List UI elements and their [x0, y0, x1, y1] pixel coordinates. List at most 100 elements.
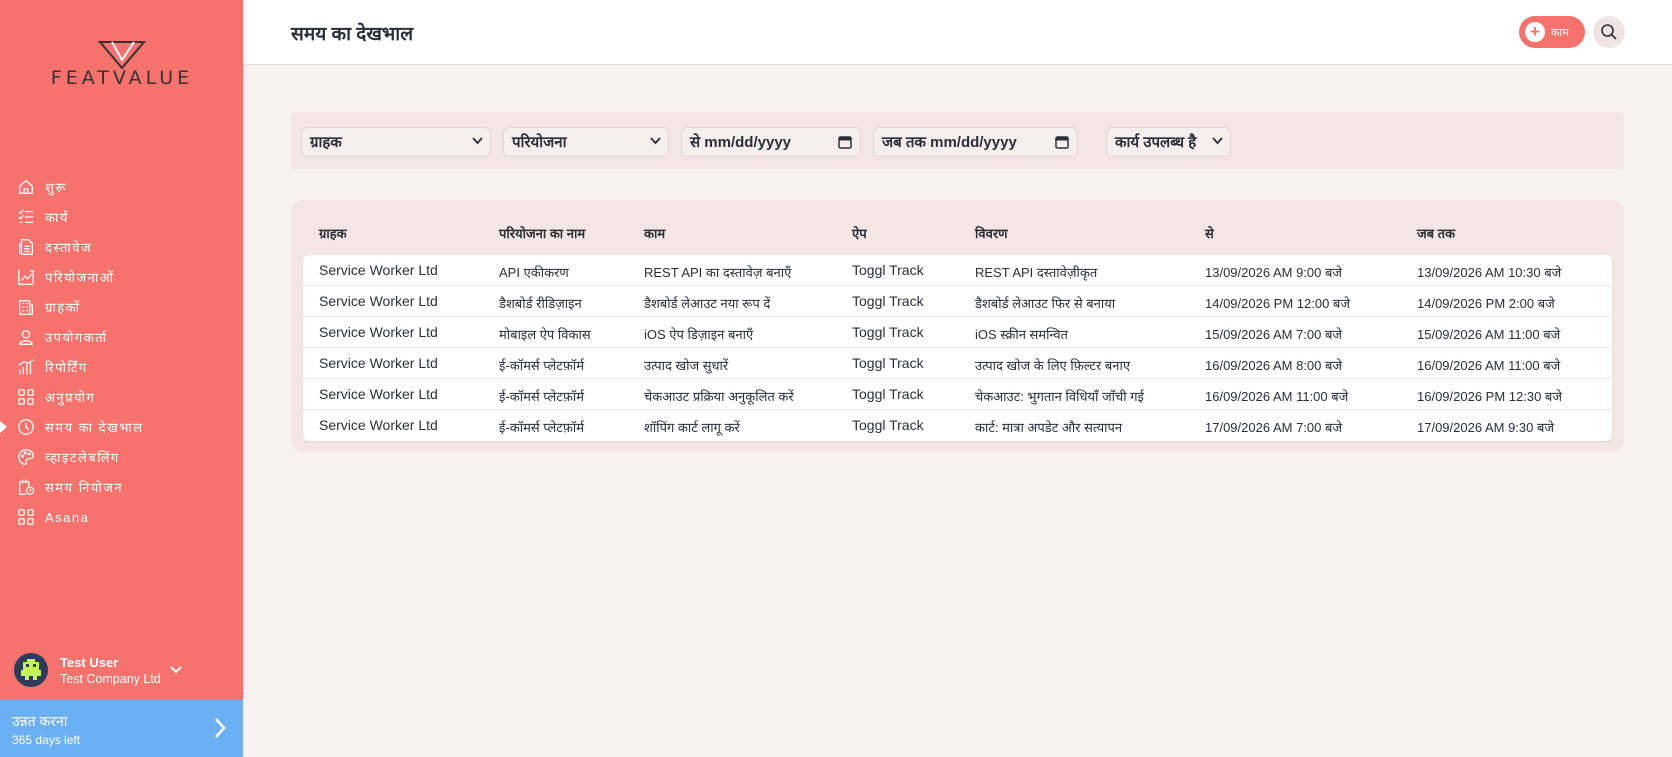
chevron-down-icon [1212, 137, 1223, 145]
table-row[interactable]: Service Worker Ltd ई-कॉमर्स प्लेटफ़ॉर्म … [303, 348, 1612, 379]
user-menu[interactable]: Test User Test Company Ltd [14, 650, 229, 690]
cell-client: Service Worker Ltd [319, 293, 438, 309]
home-icon [16, 177, 36, 197]
cell-client: Service Worker Ltd [319, 386, 438, 402]
cell-project: API एकीकरण [499, 265, 569, 280]
sidebar-item-label: समय का देखभाल [45, 420, 144, 435]
page-title: समय का देखभाल [291, 24, 414, 45]
cell-to: 17/09/2026 AM 9:30 बजे [1417, 420, 1555, 435]
sidebar-item-documents[interactable]: दस्तावेज [0, 232, 243, 262]
sidebar-item-label: समय नियोजन [45, 480, 124, 495]
cell-client: Service Worker Ltd [319, 262, 438, 278]
column-header-description[interactable]: विवरण [975, 224, 1008, 242]
table-row[interactable]: Service Worker Ltd API एकीकरण REST API क… [303, 255, 1612, 286]
task-availability-select[interactable]: कार्य उपलब्ध है [1106, 127, 1231, 157]
featvalue-logo[interactable]: FEATVALUE [36, 40, 208, 90]
from-date-value: से mm/dd/yyyy [690, 134, 792, 151]
cell-project: ई-कॉमर्स प्लेटफ़ॉर्म [499, 358, 585, 373]
chevron-down-icon[interactable] [169, 665, 183, 675]
to-date-input[interactable]: जब तक mm/dd/yyyy [873, 127, 1078, 157]
cell-from: 13/09/2026 AM 9:00 बजे [1205, 265, 1343, 280]
cell-task: डैशबोर्ड लेआउट नया रूप दें [644, 296, 771, 311]
top-header: समय का देखभाल + काम [243, 0, 1672, 65]
cell-app: Toggl Track [852, 293, 924, 309]
user-icon [16, 327, 36, 347]
table-row[interactable]: Service Worker Ltd ई-कॉमर्स प्लेटफ़ॉर्म … [303, 379, 1612, 410]
cell-app: Toggl Track [852, 262, 924, 278]
sidebar-item-home[interactable]: शुरू [0, 172, 243, 202]
clock-icon [16, 417, 36, 437]
column-header-project[interactable]: परियोजना का नाम [499, 224, 585, 242]
cell-client: Service Worker Ltd [319, 355, 438, 371]
cell-description: iOS स्क्रीन समन्वित [975, 327, 1068, 342]
table-row[interactable]: Service Worker Ltd ई-कॉमर्स प्लेटफ़ॉर्म … [303, 410, 1612, 441]
client-select-value: ग्राहक [310, 134, 342, 151]
add-task-button[interactable]: + काम [1519, 16, 1585, 48]
chevron-right-icon [215, 718, 226, 738]
cell-to: 16/09/2026 PM 12:30 बजे [1417, 389, 1562, 404]
add-task-label: काम [1551, 26, 1569, 39]
cell-to: 15/09/2026 AM 11:00 बजे [1417, 327, 1561, 342]
cell-project: मोबाइल ऐप विकास [499, 327, 591, 342]
cell-from: 17/09/2026 AM 7:00 बजे [1205, 420, 1343, 435]
search-icon [1601, 24, 1617, 40]
cell-client: Service Worker Ltd [319, 324, 438, 340]
chevron-down-icon [650, 137, 661, 145]
sidebar-item-label: ग्राहकों [45, 300, 81, 315]
sidebar-item-time-planning[interactable]: समय नियोजन [0, 472, 243, 502]
column-header-app[interactable]: ऐप [852, 224, 867, 242]
table-header: ग्राहक परियोजना का नाम काम ऐप विवरण से ज… [291, 200, 1624, 255]
logo-text: FEATVALUE [50, 67, 194, 89]
avatar [14, 653, 48, 687]
cell-task: iOS ऐप डिज़ाइन बनाएँ [644, 327, 754, 342]
sidebar-item-whitelabeling[interactable]: व्हाइटलेबलिंग [0, 442, 243, 472]
cell-app: Toggl Track [852, 417, 924, 433]
table-body: Service Worker Ltd API एकीकरण REST API क… [303, 255, 1612, 441]
logo-mark-icon [98, 41, 146, 70]
upgrade-banner[interactable]: उन्नत करना 365 days left [0, 700, 243, 757]
column-header-from[interactable]: से [1205, 224, 1214, 242]
table-row[interactable]: Service Worker Ltd मोबाइल ऐप विकास iOS ऐ… [303, 317, 1612, 348]
table-row[interactable]: Service Worker Ltd डैशबोर्ड रीडिज़ाइन डै… [303, 286, 1612, 317]
sidebar-item-time-tracking[interactable]: समय का देखभाल [0, 412, 243, 442]
cell-from: 16/09/2026 AM 8:00 बजे [1205, 358, 1343, 373]
calendar-icon[interactable] [838, 135, 852, 149]
column-header-client[interactable]: ग्राहक [319, 224, 347, 242]
cell-to: 16/09/2026 AM 11:00 बजे [1417, 358, 1561, 373]
project-select-value: परियोजना [512, 134, 567, 151]
search-button[interactable] [1593, 16, 1625, 48]
sidebar-item-label: कार्य [45, 210, 69, 225]
sidebar-item-label: दस्तावेज [45, 240, 93, 255]
sidebar-item-applications[interactable]: अनुप्रयोग [0, 382, 243, 412]
sidebar-item-label: उपयोगकर्ता [45, 330, 108, 345]
column-header-task[interactable]: काम [644, 224, 665, 242]
client-select[interactable]: ग्राहक [301, 127, 491, 157]
sidebar-item-clients[interactable]: ग्राहकों [0, 292, 243, 322]
sidebar-item-asana[interactable]: Asana [0, 502, 243, 532]
chart-icon [16, 267, 36, 287]
sidebar-item-reporting[interactable]: रिपोर्टिंग [0, 352, 243, 382]
cell-from: 16/09/2026 AM 11:00 बजे [1205, 389, 1349, 404]
sidebar-item-tasks[interactable]: कार्य [0, 202, 243, 232]
cell-description: डैशबोर्ड लेआउट फिर से बनाया [975, 296, 1116, 311]
upgrade-subtitle: 365 days left [12, 733, 81, 747]
plus-icon: + [1525, 22, 1545, 42]
calendar-icon[interactable] [1055, 135, 1069, 149]
cell-to: 14/09/2026 PM 2:00 बजे [1417, 296, 1555, 311]
from-date-input[interactable]: से mm/dd/yyyy [681, 127, 861, 157]
apps-icon [16, 507, 36, 527]
sidebar-nav: शुरू कार्य दस्तावेज परियोजनाओं ग्राहकों … [0, 172, 243, 532]
building-icon [16, 297, 36, 317]
cell-project: ई-कॉमर्स प्लेटफ़ॉर्म [499, 389, 585, 404]
cell-task: REST API का दस्तावेज़ बनाएँ [644, 265, 792, 280]
palette-icon [16, 447, 36, 467]
project-select[interactable]: परियोजना [503, 127, 669, 157]
cell-task: चेकआउट प्रक्रिया अनुकूलित करें [644, 389, 794, 404]
pixel-avatar-icon [21, 659, 41, 680]
sidebar-item-projects[interactable]: परियोजनाओं [0, 262, 243, 292]
column-header-to[interactable]: जब तक [1417, 224, 1455, 242]
sidebar-item-label: शुरू [45, 180, 67, 195]
user-company: Test Company Ltd [60, 671, 161, 686]
sidebar-item-users[interactable]: उपयोगकर्ता [0, 322, 243, 352]
document-icon [16, 237, 36, 257]
